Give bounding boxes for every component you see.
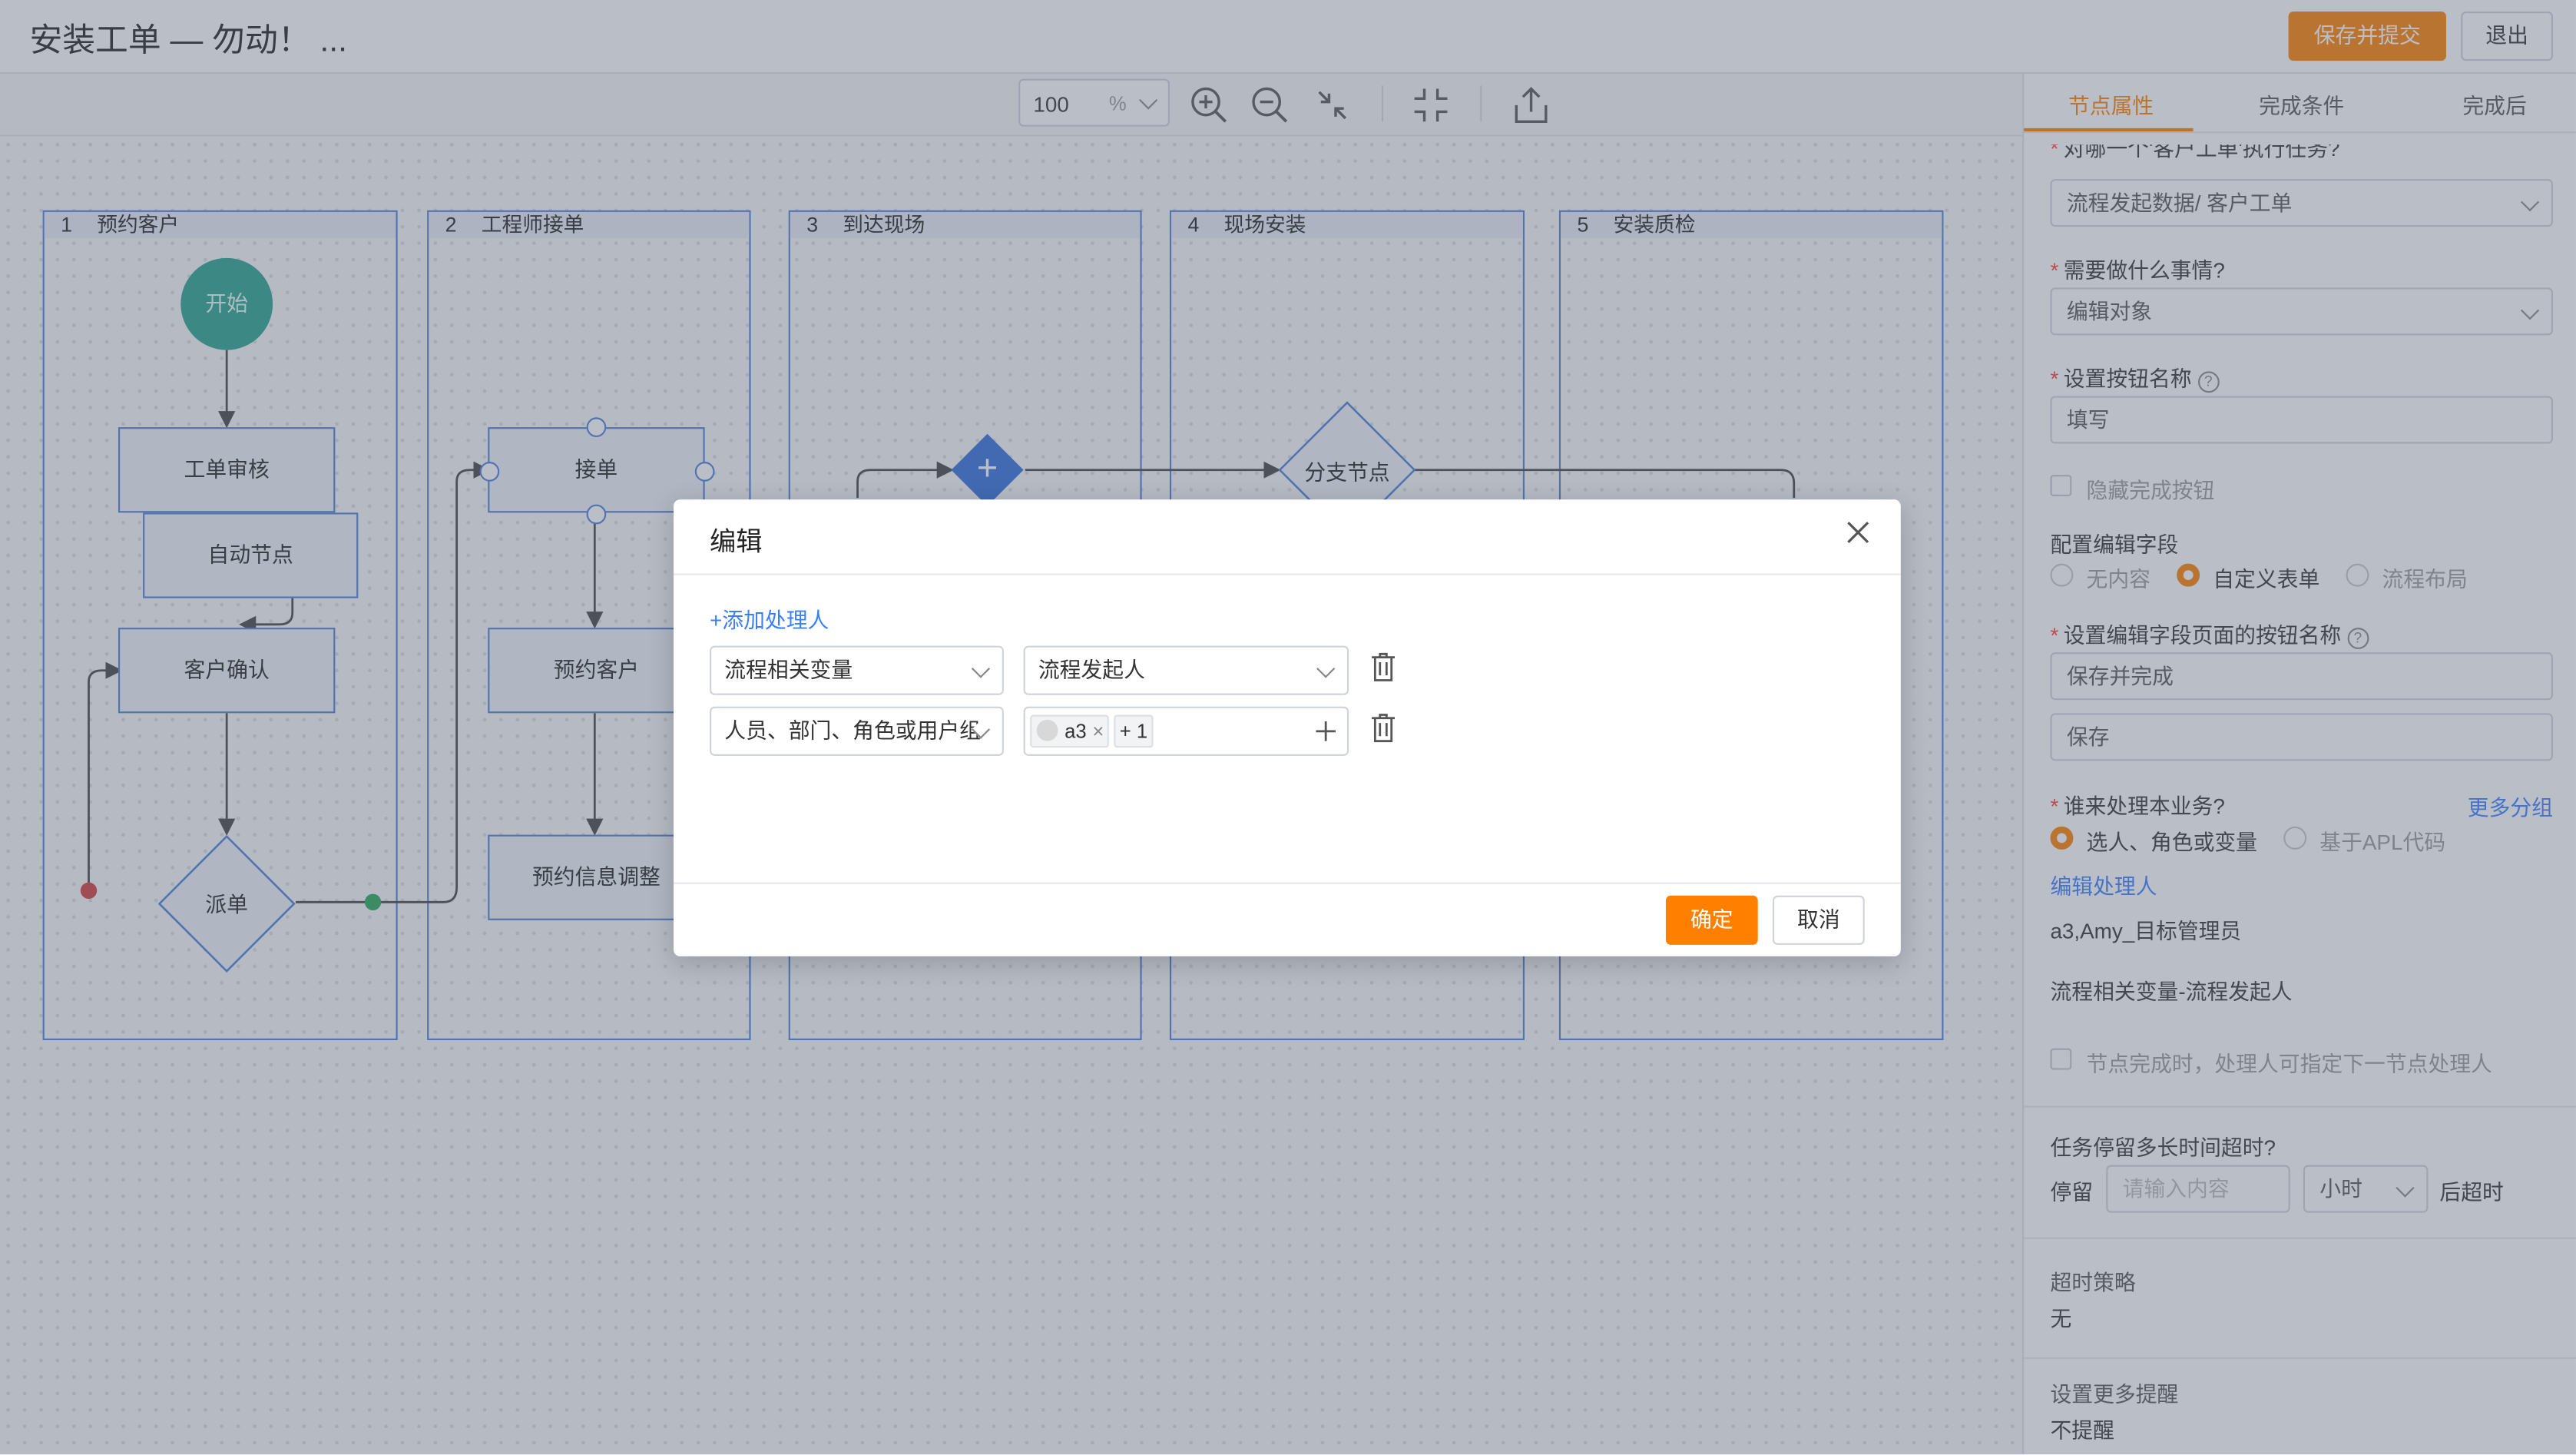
row1-value-select[interactable]: 流程发起人 (1023, 645, 1349, 695)
edit-handler-dialog: 编辑 +添加处理人 流程相关变量 流程发起人 人员、部门、角色或用户组 a3 ×… (673, 499, 1901, 956)
row1-type-select[interactable]: 流程相关变量 (710, 645, 1004, 695)
member-tag: a3 × (1030, 714, 1109, 748)
trash-icon[interactable] (1370, 713, 1396, 743)
row2-member-picker[interactable]: a3 × + 1 (1023, 706, 1349, 756)
trash-icon[interactable] (1370, 652, 1396, 682)
divider (673, 573, 1901, 575)
close-icon[interactable] (1846, 521, 1869, 544)
tag-close-icon[interactable]: × (1092, 717, 1104, 747)
avatar-icon (1036, 719, 1058, 741)
divider (673, 882, 1901, 884)
more-members-tag[interactable]: + 1 (1114, 714, 1154, 748)
confirm-button[interactable]: 确定 (1665, 895, 1758, 945)
cancel-button[interactable]: 取消 (1772, 895, 1865, 945)
add-handler-link[interactable]: +添加处理人 (710, 603, 829, 635)
dialog-title: 编辑 (710, 529, 763, 558)
add-icon[interactable] (1316, 721, 1336, 741)
row2-type-select[interactable]: 人员、部门、角色或用户组 (710, 706, 1004, 756)
